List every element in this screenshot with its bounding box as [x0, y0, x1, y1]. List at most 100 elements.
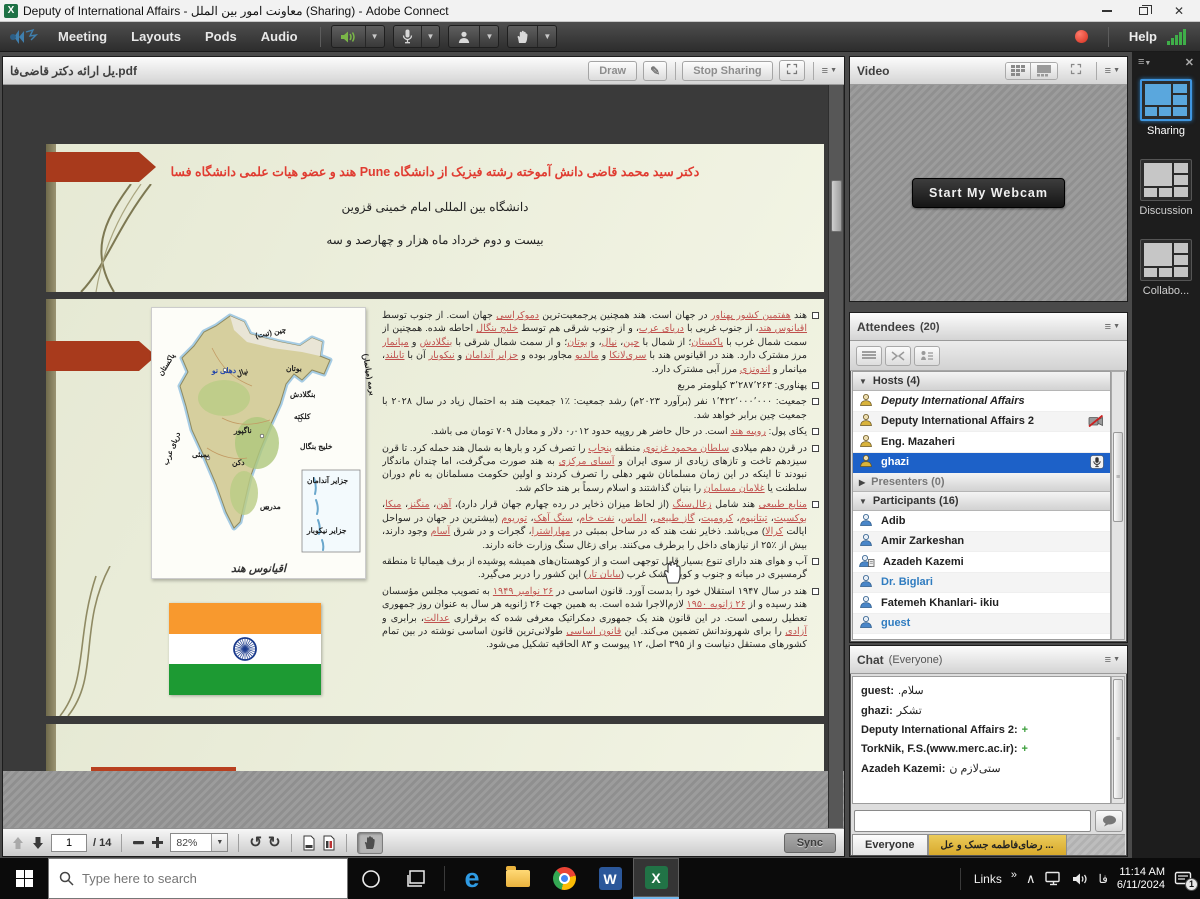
breakout-view-icon[interactable] [885, 346, 911, 366]
layout-thumbnail-icon[interactable] [1140, 159, 1192, 201]
search-input[interactable] [82, 871, 302, 886]
volume-icon[interactable] [1072, 872, 1089, 886]
links-toolbar[interactable]: Links [974, 872, 1002, 886]
chat-tab-private[interactable]: ... رضای‌فاطمه جسک و عل [928, 834, 1067, 855]
expand-triangle-icon[interactable]: ▶ [859, 478, 865, 487]
zoom-dropdown-arrow-icon[interactable]: ▼ [211, 834, 227, 851]
chrome-button[interactable] [541, 858, 587, 899]
attendees-scrollbar[interactable]: ≡ [1111, 371, 1125, 640]
help-menu[interactable]: Help [1129, 29, 1157, 44]
menu-meeting[interactable]: Meeting [46, 22, 119, 52]
rotate-left-button[interactable]: ↺ [249, 835, 262, 850]
layout-thumbnail-icon[interactable] [1140, 79, 1192, 121]
sync-button[interactable]: Sync [784, 833, 836, 853]
layout-discussion[interactable]: Discussion [1132, 159, 1200, 217]
raise-hand-dropdown[interactable]: ▼ [537, 26, 556, 47]
attendee-row[interactable]: Azadeh Kazemi [853, 552, 1110, 573]
zoom-out-button[interactable] [132, 836, 145, 849]
chat-tab-everyone[interactable]: Everyone [852, 834, 928, 855]
file-explorer-button[interactable] [495, 858, 541, 899]
send-message-button[interactable] [1095, 810, 1123, 832]
zoom-in-button[interactable] [151, 836, 164, 849]
minimize-button[interactable] [1090, 1, 1124, 21]
chat-scrollbar-thumb[interactable]: ≡ [1113, 679, 1123, 799]
fullscreen-icon[interactable] [779, 60, 805, 81]
stop-sharing-button[interactable]: Stop Sharing [682, 61, 772, 81]
links-overflow-chevron[interactable]: » [1011, 869, 1017, 881]
slide-bullet: هند هفتمین کشور پهناور در جهان است. هند … [382, 309, 819, 376]
attendees-pod-options-icon[interactable]: ≡▼ [1105, 321, 1120, 333]
connection-signal-icon[interactable] [1167, 29, 1186, 45]
rotate-right-button[interactable]: ↻ [268, 835, 281, 850]
action-center-button[interactable]: 1 [1174, 871, 1192, 887]
page-up-button[interactable] [11, 836, 25, 850]
language-indicator[interactable]: فا [1098, 872, 1107, 886]
menu-pods[interactable]: Pods [193, 22, 249, 52]
start-button[interactable] [0, 858, 48, 899]
webcam-dropdown[interactable]: ▼ [479, 26, 498, 47]
restore-button[interactable] [1126, 1, 1160, 21]
cortana-button[interactable] [348, 858, 394, 899]
task-view-button[interactable] [394, 858, 440, 899]
pointer-pen-icon[interactable]: ✎ [643, 61, 667, 81]
attendee-row[interactable]: Deputy International Affairs [853, 391, 1110, 412]
layout-thumbnail-icon[interactable] [1140, 239, 1192, 281]
grid-view-icon[interactable] [1006, 63, 1030, 79]
excel-button[interactable]: X [633, 858, 679, 899]
attendee-group-header[interactable]: ▼Participants (16) [853, 492, 1110, 511]
india-flag-image [169, 603, 321, 695]
layout-sharing[interactable]: Sharing [1132, 79, 1200, 137]
video-pod-options-icon[interactable]: ≡▼ [1105, 65, 1120, 77]
attendee-row[interactable]: Eng. Mazaheri [853, 432, 1110, 453]
chat-message-input[interactable] [854, 810, 1091, 832]
attendee-row[interactable]: Deputy International Affairs 2 [853, 412, 1110, 433]
menu-audio[interactable]: Audio [249, 22, 310, 52]
fit-width-button[interactable] [322, 835, 336, 851]
pan-hand-tool-button[interactable] [357, 832, 383, 854]
collapse-triangle-icon[interactable]: ▼ [859, 377, 867, 386]
attendee-group-header[interactable]: ▶Presenters (0) [853, 473, 1110, 492]
layout-collabo[interactable]: Collabo... [1132, 239, 1200, 297]
fit-page-button[interactable] [302, 835, 316, 851]
chat-scrollbar[interactable]: ≡ [1111, 676, 1125, 804]
start-webcam-button[interactable]: Start My Webcam [912, 178, 1065, 208]
close-button[interactable]: ✕ [1162, 1, 1196, 21]
filmstrip-view-icon[interactable] [1030, 63, 1057, 79]
speaker-dropdown[interactable]: ▼ [365, 26, 384, 47]
speaker-button[interactable]: ▼ [331, 25, 385, 48]
network-icon[interactable] [1044, 871, 1063, 886]
pod-options-menu-icon[interactable]: ≡▼ [822, 65, 837, 77]
taskbar-clock[interactable]: 11:14 AM 6/11/2024 [1117, 866, 1165, 892]
video-fullscreen-icon[interactable] [1064, 61, 1088, 80]
chat-pod-options-icon[interactable]: ≡▼ [1105, 654, 1120, 666]
tray-expand-chevron-icon[interactable]: ∧ [1026, 871, 1036, 887]
attendee-row[interactable]: Dr. Biglari [853, 573, 1110, 594]
attendee-row[interactable]: Fatemeh Khanlari- ikiu [853, 593, 1110, 614]
attendee-status-view-icon[interactable] [914, 346, 940, 366]
menu-layouts[interactable]: Layouts [119, 22, 193, 52]
attendee-row[interactable]: ghazi [853, 453, 1110, 474]
collapse-triangle-icon[interactable]: ▼ [859, 497, 867, 506]
webcam-button[interactable]: ▼ [448, 25, 499, 48]
attendees-scrollbar-thumb[interactable]: ≡ [1113, 432, 1123, 522]
edge-browser-button[interactable]: e [449, 858, 495, 899]
attendee-row[interactable]: Adib [853, 511, 1110, 532]
word-button[interactable]: W [587, 858, 633, 899]
layouts-menu-icon[interactable]: ≡▼ [1138, 56, 1151, 69]
raise-hand-button[interactable]: ▼ [507, 25, 557, 48]
attendee-group-header[interactable]: ▼Hosts (4) [853, 372, 1110, 391]
layouts-close-icon[interactable]: ✕ [1185, 56, 1194, 69]
taskbar-search[interactable] [48, 858, 348, 899]
share-scrollbar-thumb[interactable] [831, 180, 842, 232]
zoom-level-select[interactable]: 82% ▼ [170, 833, 228, 852]
page-number-input[interactable] [51, 834, 87, 852]
video-view-toggle[interactable] [1005, 62, 1058, 80]
microphone-button[interactable]: ▼ [393, 25, 441, 48]
attendee-row[interactable]: Amir Zarkeshan [853, 532, 1110, 553]
attendee-row[interactable]: guest [853, 614, 1110, 635]
page-down-button[interactable] [31, 836, 45, 850]
attendee-list-view-icon[interactable] [856, 346, 882, 366]
microphone-dropdown[interactable]: ▼ [421, 26, 440, 47]
draw-button[interactable]: Draw [588, 61, 637, 81]
share-scrollbar[interactable] [828, 85, 843, 829]
